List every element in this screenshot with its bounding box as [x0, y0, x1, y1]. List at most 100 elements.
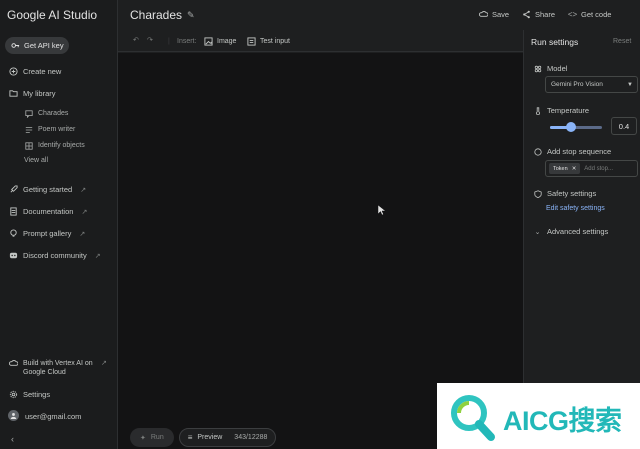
avatar[interactable] [8, 410, 19, 421]
view-all-label: View all [24, 157, 48, 164]
my-library-button[interactable]: My library [9, 89, 56, 98]
prompt-title[interactable]: Charades ✎ [130, 8, 195, 22]
safety-section: Safety settings [533, 189, 596, 198]
user-email-label: user@gmail.com [25, 412, 82, 421]
run-settings-title: Run settings [531, 37, 579, 47]
key-icon [11, 41, 20, 50]
get-api-key-label: Get API key [24, 41, 64, 50]
temperature-input[interactable]: 0.4 [611, 117, 637, 135]
grid-icon [24, 141, 33, 150]
documentation-link[interactable]: Documentation ↗ [9, 207, 87, 216]
discord-community-link[interactable]: Discord community ↗ [9, 251, 101, 260]
external-link-icon: ↗ [79, 230, 86, 238]
run-bar: ✦ Run ≡ Preview 343/12288 [130, 428, 277, 447]
save-label: Save [492, 10, 510, 19]
sparkle-icon: ✦ [140, 434, 146, 442]
user-email: user@gmail.com [25, 412, 81, 421]
external-link-icon: ↗ [80, 186, 87, 194]
discord-icon [9, 251, 18, 260]
list-icon: ≡ [187, 433, 193, 442]
library-item-label: Poem writer [38, 126, 76, 133]
undo-button[interactable]: ↶ [133, 36, 139, 44]
create-new-label: Create new [23, 67, 62, 76]
external-link-icon: ↗ [101, 360, 107, 367]
reset-button[interactable]: Reset [613, 38, 631, 45]
settings-button[interactable]: Settings [9, 390, 50, 399]
watermark-text: AICG搜索 [503, 406, 622, 436]
share-button[interactable]: Share [522, 10, 555, 19]
edit-safety-settings-link[interactable]: Edit safety settings [546, 205, 605, 212]
model-value: Gemini Pro Vision [551, 81, 603, 88]
view-all-link[interactable]: View all [24, 157, 48, 164]
watermark: AICG搜索 [437, 383, 640, 449]
library-item-poem-writer[interactable]: Poem writer [24, 125, 75, 134]
vertex-ai-label: Build with Vertex AI on Google Cloud [23, 360, 93, 376]
settings-label: Settings [23, 390, 51, 399]
run-label: Run [150, 434, 164, 441]
temperature-slider-track[interactable] [550, 126, 602, 129]
prompt-gallery-label: Prompt gallery [23, 229, 72, 238]
getting-started-link[interactable]: Getting started ↗ [9, 185, 86, 194]
image-icon [204, 37, 213, 46]
code-icon: <> [567, 10, 578, 19]
preview-button[interactable]: ≡ Preview 343/12288 [178, 428, 277, 447]
stop-chip: Token ✕ [549, 163, 581, 174]
model-icon [533, 64, 542, 73]
token-count: 343/12288 [234, 434, 268, 441]
gear-icon [9, 390, 18, 399]
insert-label: Insert: [177, 38, 197, 45]
model-section: Model [533, 64, 567, 73]
shield-icon [533, 189, 542, 198]
chevron-down-icon: ▼ [627, 81, 633, 88]
temperature-slider-handle[interactable] [565, 122, 576, 132]
test-input-label: Test input [260, 38, 290, 45]
collapse-sidebar-chevron-icon[interactable]: ‹ [11, 434, 14, 444]
get-code-button[interactable]: <> Get code [567, 10, 612, 19]
prompt-gallery-link[interactable]: Prompt gallery ↗ [9, 229, 85, 238]
thermometer-icon [533, 106, 542, 115]
vertex-ai-link[interactable]: Build with Vertex AI on Google Cloud ↗ [9, 359, 107, 377]
documentation-label: Documentation [23, 207, 74, 216]
library-item-charades[interactable]: Charades [24, 109, 68, 118]
toolbar-divider: | [168, 38, 170, 45]
advanced-settings-toggle[interactable]: ⌄ Advanced settings [533, 227, 609, 236]
create-new-button[interactable]: Create new [9, 67, 61, 76]
bulb-icon [9, 229, 18, 238]
temperature-section: Temperature [533, 106, 589, 115]
stop-sequence-placeholder: Add stop... [584, 165, 613, 172]
get-api-key-button[interactable]: Get API key [5, 37, 69, 54]
redo-button[interactable]: ↷ [147, 36, 153, 44]
edit-pencil-icon[interactable]: ✎ [187, 10, 195, 21]
folder-icon [9, 89, 18, 98]
share-label: Share [535, 10, 556, 19]
close-icon[interactable]: ✕ [572, 166, 577, 172]
my-library-label: My library [23, 89, 56, 98]
safety-label: Safety settings [547, 189, 597, 198]
insert-test-input-button[interactable]: Test input [247, 37, 290, 46]
top-bar [118, 0, 640, 30]
run-button[interactable]: ✦ Run [130, 428, 174, 447]
library-item-identify-objects[interactable]: Identify objects [24, 141, 85, 150]
insert-image-button[interactable]: Image [204, 37, 236, 46]
cloud-icon [9, 359, 18, 368]
test-input-icon [247, 37, 256, 46]
share-icon [522, 10, 531, 19]
model-label: Model [547, 64, 568, 73]
mouse-cursor-icon [377, 204, 387, 219]
library-item-label: Identify objects [38, 142, 85, 149]
undo-icon: ↶ [133, 37, 139, 44]
temperature-label: Temperature [547, 106, 590, 115]
stop-circle-icon [533, 147, 542, 156]
document-icon [9, 207, 18, 216]
discord-community-label: Discord community [23, 251, 87, 260]
stop-sequence-input[interactable]: Token ✕ Add stop... [545, 160, 638, 177]
text-icon [24, 125, 33, 134]
redo-icon: ↷ [147, 37, 153, 44]
save-button[interactable]: Save [479, 10, 509, 19]
getting-started-label: Getting started [23, 185, 73, 194]
get-code-label: Get code [581, 10, 612, 19]
model-select[interactable]: Gemini Pro Vision ▼ [545, 76, 638, 93]
plus-circle-icon [9, 67, 18, 76]
prompt-title-label: Charades [130, 8, 183, 22]
rocket-icon [9, 185, 18, 194]
